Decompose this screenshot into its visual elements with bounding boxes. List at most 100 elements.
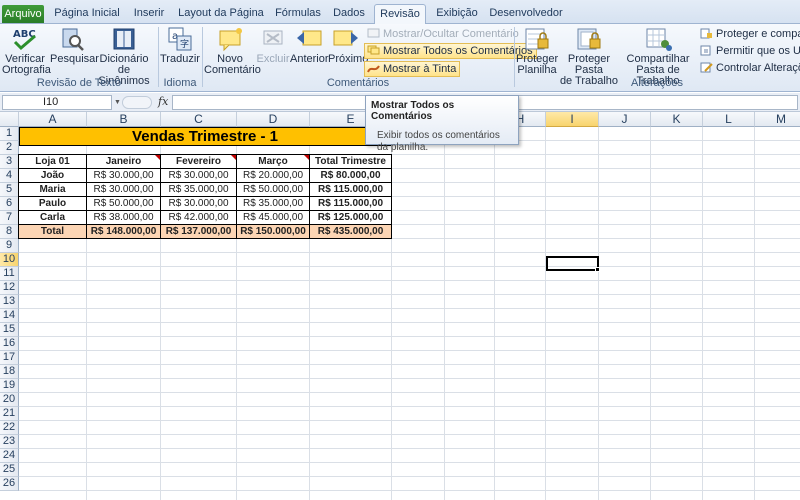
column-header-l[interactable]: L (703, 112, 755, 127)
table-total-cell[interactable]: R$ 150.000,00 (236, 224, 310, 239)
row-header-11[interactable]: 11 (0, 267, 19, 281)
mostrar-ocultar-comentario-button[interactable]: Mostrar/Ocultar Comentário (365, 27, 522, 43)
name-box-dropdown-icon[interactable]: ▼ (114, 99, 121, 106)
table-data-cell[interactable]: R$ 30.000,00 (86, 168, 161, 183)
pesquisar-button[interactable]: Pesquisar (50, 26, 99, 65)
new-comment-icon (216, 26, 244, 52)
row-header-9[interactable]: 9 (0, 239, 19, 253)
column-header-c[interactable]: C (161, 112, 237, 127)
traduzir-button[interactable]: a字 Traduzir (160, 26, 200, 65)
table-data-cell[interactable]: R$ 115.000,00 (309, 182, 392, 197)
table-data-cell[interactable]: R$ 20.000,00 (236, 168, 310, 183)
table-header-cell[interactable]: Março (236, 154, 310, 169)
table-data-cell[interactable]: R$ 115.000,00 (309, 196, 392, 211)
proteger-compartilhar-button[interactable]: Proteger e compartilh (698, 27, 800, 43)
proteger-planilha-button[interactable]: Proteger Planilha (516, 26, 558, 76)
cell-text: R$ 150.000,00 (240, 226, 306, 237)
row-header-21[interactable]: 21 (0, 407, 19, 421)
table-data-cell[interactable]: R$ 42.000,00 (160, 210, 237, 225)
table-header-cell[interactable]: Janeiro (86, 154, 161, 169)
row-header-2[interactable]: 2 (0, 141, 19, 155)
table-data-cell[interactable]: R$ 30.000,00 (160, 196, 237, 211)
table-data-cell[interactable]: R$ 45.000,00 (236, 210, 310, 225)
table-data-cell[interactable]: Paulo (18, 196, 87, 211)
proximo-comentario-button[interactable]: Próximo (328, 26, 368, 65)
table-data-cell[interactable]: R$ 50.000,00 (86, 196, 161, 211)
column-header-d[interactable]: D (237, 112, 310, 127)
row-header-26[interactable]: 26 (0, 477, 19, 491)
tab-inserir[interactable]: Inserir (128, 4, 170, 24)
table-data-cell[interactable]: R$ 38.000,00 (86, 210, 161, 225)
table-total-cell[interactable]: R$ 435.000,00 (309, 224, 392, 239)
table-data-cell[interactable]: R$ 30.000,00 (86, 182, 161, 197)
name-box[interactable]: I10 (2, 95, 112, 110)
novo-comentario-button[interactable]: Novo Comentário (204, 26, 261, 76)
table-data-cell[interactable]: João (18, 168, 87, 183)
proximo-label: Próximo (328, 53, 369, 65)
tab-desenvolvedor[interactable]: Desenvolvedor (488, 4, 564, 24)
controlar-alteracoes-button[interactable]: Controlar Alterações (698, 61, 800, 77)
insert-function-icon[interactable]: fx (158, 95, 168, 108)
table-header-cell[interactable]: Total Trimestre (309, 154, 392, 169)
row-header-7[interactable]: 7 (0, 211, 19, 225)
row-header-17[interactable]: 17 (0, 351, 19, 365)
row-header-10[interactable]: 10 (0, 253, 19, 267)
tab-pagina-inicial[interactable]: Página Inicial (52, 4, 122, 24)
row-header-24[interactable]: 24 (0, 449, 19, 463)
table-header-cell[interactable]: Fevereiro (160, 154, 237, 169)
table-total-cell[interactable]: R$ 148.000,00 (86, 224, 161, 239)
row-header-1[interactable]: 1 (0, 127, 19, 141)
tab-layout-pagina[interactable]: Layout da Página (176, 4, 266, 24)
row-header-4[interactable]: 4 (0, 169, 19, 183)
select-all-corner[interactable] (0, 112, 19, 127)
table-total-cell[interactable]: R$ 137.000,00 (160, 224, 237, 239)
cell-text: R$ 20.000,00 (242, 170, 304, 181)
verificar-ortografia-button[interactable]: ABC Verificar Ortografia (2, 26, 51, 76)
table-data-cell[interactable]: Maria (18, 182, 87, 197)
column-header-b[interactable]: B (87, 112, 161, 127)
title-cell[interactable]: Vendas Trimestre - 1 (19, 127, 391, 146)
row-header-8[interactable]: 8 (0, 225, 19, 239)
column-header-m[interactable]: M (755, 112, 800, 127)
tab-exibicao[interactable]: Exibição (432, 4, 482, 24)
row-header-14[interactable]: 14 (0, 309, 19, 323)
table-data-cell[interactable]: R$ 50.000,00 (236, 182, 310, 197)
worksheet[interactable]: ABCDEFGHIJKLM123456789101112131415161718… (0, 112, 800, 500)
row-header-18[interactable]: 18 (0, 365, 19, 379)
row-header-20[interactable]: 20 (0, 393, 19, 407)
fill-handle[interactable] (595, 267, 600, 272)
tab-revisao[interactable]: Revisão (374, 4, 426, 25)
row-header-25[interactable]: 25 (0, 463, 19, 477)
table-data-cell[interactable]: Carla (18, 210, 87, 225)
row-header-3[interactable]: 3 (0, 155, 19, 169)
table-data-cell[interactable]: R$ 80.000,00 (309, 168, 392, 183)
row-header-23[interactable]: 23 (0, 435, 19, 449)
table-data-cell[interactable]: R$ 35.000,00 (160, 182, 237, 197)
tab-dados[interactable]: Dados (330, 4, 368, 24)
table-data-cell[interactable]: R$ 35.000,00 (236, 196, 310, 211)
active-cell-selection[interactable] (546, 256, 599, 271)
column-header-i[interactable]: I (546, 112, 599, 127)
row-header-19[interactable]: 19 (0, 379, 19, 393)
column-header-a[interactable]: A (19, 112, 87, 127)
column-header-j[interactable]: J (599, 112, 651, 127)
excluir-comentario-button[interactable]: Excluir (256, 26, 290, 65)
row-header-5[interactable]: 5 (0, 183, 19, 197)
permitir-usuarios-button[interactable]: Permitir que os Usuá (698, 44, 800, 60)
mostrar-todos-comentarios-button[interactable]: Mostrar Todos os Comentários (364, 43, 537, 59)
row-header-13[interactable]: 13 (0, 295, 19, 309)
anterior-comentario-button[interactable]: Anterior (290, 26, 329, 65)
row-header-6[interactable]: 6 (0, 197, 19, 211)
row-header-12[interactable]: 12 (0, 281, 19, 295)
table-data-cell[interactable]: R$ 125.000,00 (309, 210, 392, 225)
row-header-15[interactable]: 15 (0, 323, 19, 337)
table-header-cell[interactable]: Loja 01 (18, 154, 87, 169)
row-header-16[interactable]: 16 (0, 337, 19, 351)
tab-formulas[interactable]: Fórmulas (272, 4, 324, 24)
table-data-cell[interactable]: R$ 30.000,00 (160, 168, 237, 183)
row-header-22[interactable]: 22 (0, 421, 19, 435)
mostrar-tinta-button[interactable]: Mostrar à Tinta (364, 61, 461, 77)
column-header-k[interactable]: K (651, 112, 703, 127)
tab-arquivo[interactable]: Arquivo (2, 5, 44, 23)
table-total-cell[interactable]: Total (18, 224, 87, 239)
